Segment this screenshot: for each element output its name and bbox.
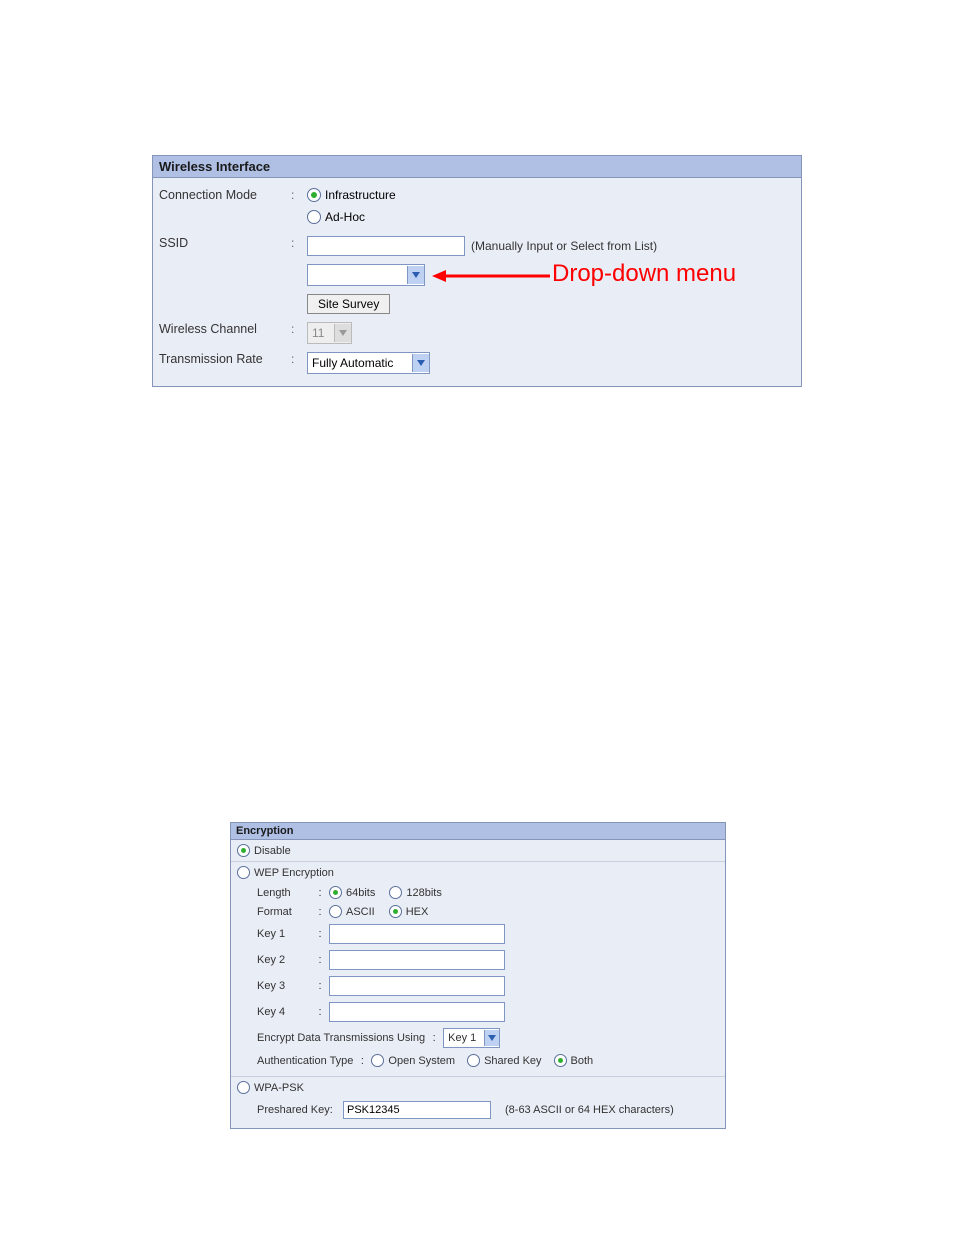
preshared-key-hint: (8-63 ASCII or 64 HEX characters) (505, 1104, 674, 1116)
adhoc-label: Ad-Hoc (325, 210, 365, 224)
infrastructure-label: Infrastructure (325, 188, 396, 202)
wep-radio[interactable] (237, 866, 250, 879)
chevron-down-icon (412, 354, 429, 372)
wep-format-label: Format (257, 906, 311, 918)
wpa-psk-label: WPA-PSK (254, 1082, 304, 1094)
auth-open-radio[interactable] (371, 1054, 384, 1067)
connection-mode-label: Connection Mode (159, 188, 291, 202)
preshared-key-label: Preshared Key: (257, 1104, 339, 1116)
site-survey-button[interactable]: Site Survey (307, 294, 390, 314)
auth-shared-label: Shared Key (484, 1055, 541, 1067)
wep-key2-input[interactable] (329, 950, 505, 970)
wep-key2-label: Key 2 (257, 954, 311, 966)
encryption-panel: Encryption Disable WEP Encryption Length… (230, 822, 726, 1129)
ssid-hint: (Manually Input or Select from List) (471, 239, 657, 253)
wep-key1-label: Key 1 (257, 928, 311, 940)
auth-type-label: Authentication Type (257, 1055, 353, 1067)
wep-key3-label: Key 3 (257, 980, 311, 992)
encryption-title: Encryption (231, 823, 725, 840)
chevron-down-icon (484, 1030, 499, 1046)
annotation-arrow (432, 269, 550, 283)
preshared-key-input[interactable] (343, 1101, 491, 1119)
wpa-psk-radio[interactable] (237, 1081, 250, 1094)
wep-64bits-label: 64bits (346, 887, 375, 899)
wep-ascii-radio[interactable] (329, 905, 342, 918)
ssid-input[interactable] (307, 236, 465, 256)
wep-128bits-radio[interactable] (389, 886, 402, 899)
wep-key4-input[interactable] (329, 1002, 505, 1022)
wep-length-label: Length (257, 887, 311, 899)
wireless-channel-select: 11 (307, 322, 352, 344)
annotation-text: Drop-down menu (552, 260, 736, 288)
wep-128bits-label: 128bits (406, 887, 441, 899)
wireless-channel-label: Wireless Channel (159, 322, 291, 336)
encrypt-using-label: Encrypt Data Transmissions Using (257, 1032, 425, 1044)
chevron-down-icon (334, 324, 351, 342)
auth-shared-radio[interactable] (467, 1054, 480, 1067)
wep-key4-label: Key 4 (257, 1006, 311, 1018)
adhoc-radio[interactable] (307, 210, 321, 224)
auth-open-label: Open System (388, 1055, 455, 1067)
panel-title: Wireless Interface (153, 156, 801, 178)
infrastructure-radio[interactable] (307, 188, 321, 202)
auth-both-radio[interactable] (554, 1054, 567, 1067)
ssid-select[interactable] (307, 264, 425, 286)
wep-label: WEP Encryption (254, 867, 334, 879)
chevron-down-icon (407, 266, 424, 284)
wep-key3-input[interactable] (329, 976, 505, 996)
wep-key1-input[interactable] (329, 924, 505, 944)
wep-ascii-label: ASCII (346, 906, 375, 918)
encryption-disable-label: Disable (254, 845, 291, 857)
ssid-label: SSID (159, 236, 291, 250)
auth-both-label: Both (571, 1055, 594, 1067)
transmission-rate-label: Transmission Rate (159, 352, 291, 366)
wep-hex-radio[interactable] (389, 905, 402, 918)
encrypt-using-select[interactable]: Key 1 (443, 1028, 500, 1048)
transmission-rate-select[interactable]: Fully Automatic (307, 352, 430, 374)
wep-hex-label: HEX (406, 906, 429, 918)
encryption-disable-radio[interactable] (237, 844, 250, 857)
wep-64bits-radio[interactable] (329, 886, 342, 899)
